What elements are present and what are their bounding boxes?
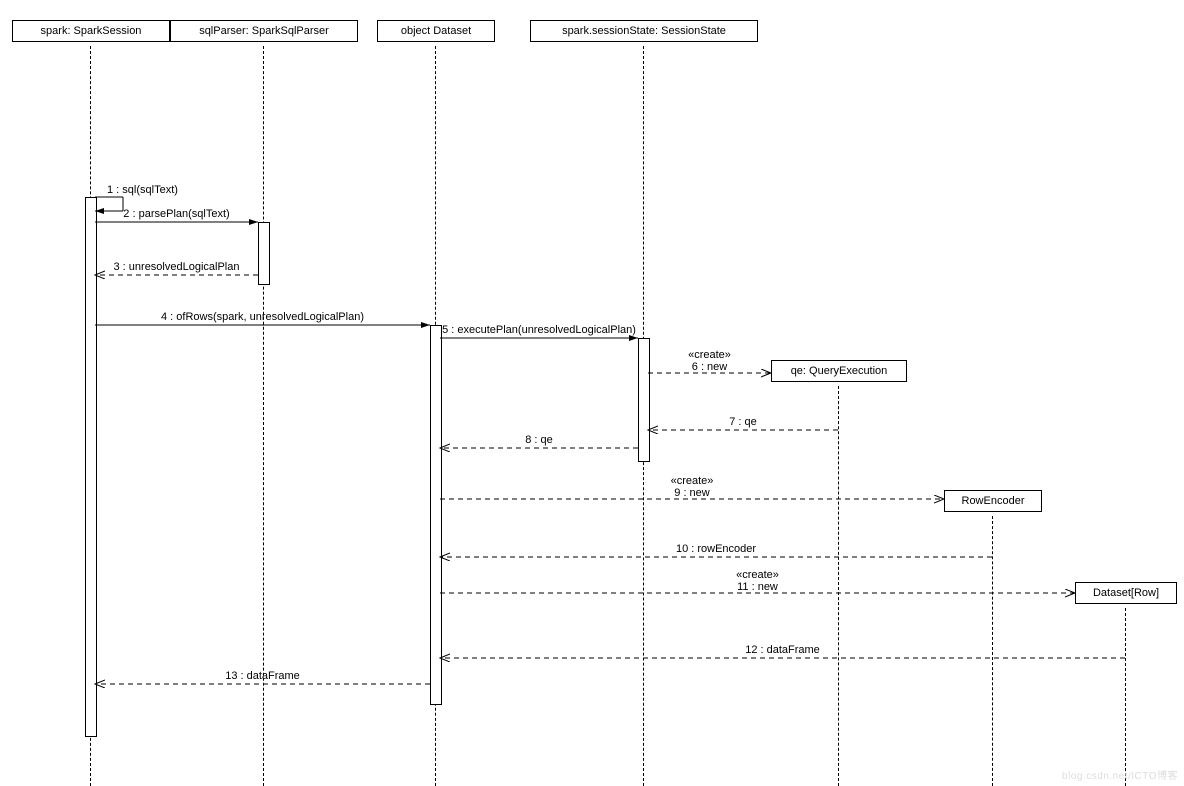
participant-dataset: object Dataset (377, 20, 495, 42)
sequence-diagram: blog.csdn.net/ICTO博客 spark: SparkSession… (0, 0, 1184, 786)
msg-9: 9 : new (674, 487, 709, 499)
activation-sqlParser (258, 222, 270, 285)
msg-1: 1 : sql(sqlText) (107, 184, 178, 196)
arrows-layer (0, 0, 1184, 786)
msg-4: 4 : ofRows(spark, unresolvedLogicalPlan) (161, 311, 364, 323)
participant-sessionState: spark.sessionState: SessionState (530, 20, 758, 42)
msg-10: 10 : rowEncoder (676, 543, 756, 555)
msg-11: 11 : new (737, 581, 778, 593)
watermark: blog.csdn.net/ICTO博客 (1062, 767, 1178, 782)
activation-dataset (430, 325, 442, 705)
msg-3: 3 : unresolvedLogicalPlan (114, 261, 240, 273)
lifeline-rowEncoder (992, 516, 993, 786)
msg-6-stereo: «create» (688, 349, 731, 361)
msg-11-stereo: «create» (736, 569, 779, 581)
participant-sqlParser: sqlParser: SparkSqlParser (170, 20, 358, 42)
participant-rowEncoder: RowEncoder (944, 490, 1042, 512)
participant-datasetRow: Dataset[Row] (1075, 582, 1177, 604)
lifeline-datasetRow (1125, 608, 1126, 786)
msg-13: 13 : dataFrame (225, 670, 300, 682)
msg-9-stereo: «create» (671, 475, 714, 487)
msg-6: 6 : new (692, 361, 727, 373)
participant-spark: spark: SparkSession (12, 20, 170, 42)
participant-qe: qe: QueryExecution (771, 360, 907, 382)
activation-spark (85, 197, 97, 737)
msg-7: 7 : qe (729, 416, 757, 428)
lifeline-qe (838, 386, 839, 786)
msg-2: 2 : parsePlan(sqlText) (123, 208, 229, 220)
msg-12: 12 : dataFrame (745, 644, 820, 656)
msg-5: 5 : executePlan(unresolvedLogicalPlan) (442, 324, 636, 336)
activation-sessionState (638, 338, 650, 462)
msg-8: 8 : qe (525, 434, 553, 446)
